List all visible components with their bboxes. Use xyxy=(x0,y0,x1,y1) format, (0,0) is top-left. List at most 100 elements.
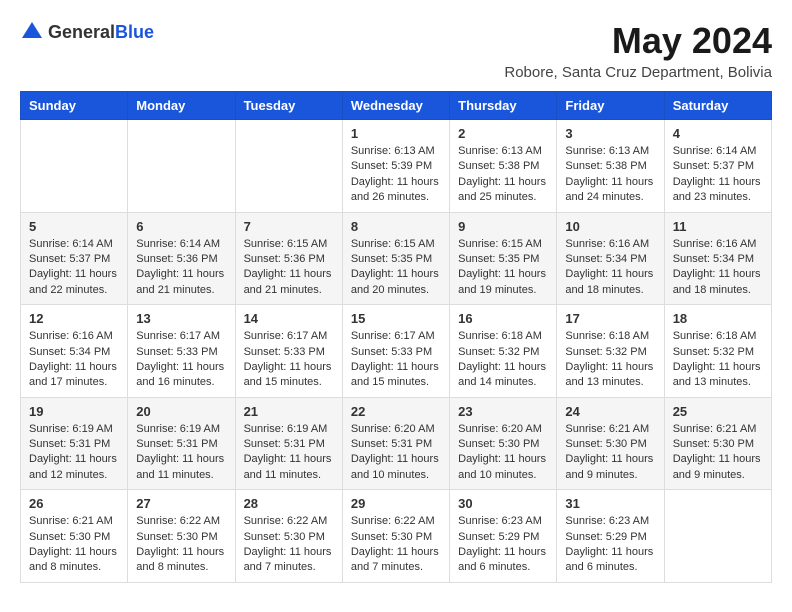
day-info: Sunrise: 6:13 AM Sunset: 5:38 PM Dayligh… xyxy=(565,144,655,206)
day-number: 24 xyxy=(565,404,655,419)
day-info: Sunrise: 6:23 AM Sunset: 5:29 PM Dayligh… xyxy=(458,514,548,576)
day-number: 25 xyxy=(673,404,763,419)
day-number: 7 xyxy=(244,219,334,234)
day-number: 12 xyxy=(29,311,119,326)
day-number: 16 xyxy=(458,311,548,326)
calendar-cell: 16 Sunrise: 6:18 AM Sunset: 5:32 PM Dayli… xyxy=(450,305,557,398)
day-info: Sunrise: 6:15 AM Sunset: 5:35 PM Dayligh… xyxy=(458,237,548,299)
day-info: Sunrise: 6:19 AM Sunset: 5:31 PM Dayligh… xyxy=(29,422,119,484)
day-number: 19 xyxy=(29,404,119,419)
calendar-cell: 12 Sunrise: 6:16 AM Sunset: 5:34 PM Dayli… xyxy=(21,305,128,398)
day-info: Sunrise: 6:15 AM Sunset: 5:35 PM Dayligh… xyxy=(351,237,441,299)
day-number: 20 xyxy=(136,404,226,419)
calendar-cell: 28 Sunrise: 6:22 AM Sunset: 5:30 PM Dayli… xyxy=(235,490,342,583)
subtitle: Robore, Santa Cruz Department, Bolivia xyxy=(504,64,772,81)
title-block: May 2024 Robore, Santa Cruz Department, … xyxy=(504,20,772,81)
day-number: 9 xyxy=(458,219,548,234)
logo-text: GeneralBlue xyxy=(48,22,154,43)
day-number: 14 xyxy=(244,311,334,326)
calendar-cell: 3 Sunrise: 6:13 AM Sunset: 5:38 PM Daylig… xyxy=(557,120,664,213)
col-tuesday: Tuesday xyxy=(235,92,342,120)
calendar-cell: 11 Sunrise: 6:16 AM Sunset: 5:34 PM Dayli… xyxy=(664,212,771,305)
day-info: Sunrise: 6:20 AM Sunset: 5:31 PM Dayligh… xyxy=(351,422,441,484)
logo-blue: Blue xyxy=(115,22,154,42)
calendar-cell: 18Sunrise: 6:18 AM Sunset: 5:32 PM Dayli… xyxy=(664,305,771,398)
calendar-cell: 9 Sunrise: 6:15 AM Sunset: 5:35 PM Daylig… xyxy=(450,212,557,305)
day-number: 29 xyxy=(351,496,441,511)
day-number: 1 xyxy=(351,126,441,141)
day-info: Sunrise: 6:14 AM Sunset: 5:37 PM Dayligh… xyxy=(29,237,119,299)
calendar-week-row-3: 19 Sunrise: 6:19 AM Sunset: 5:31 PM Dayli… xyxy=(21,397,772,490)
day-number: 27 xyxy=(136,496,226,511)
calendar-cell: 15 Sunrise: 6:17 AM Sunset: 5:33 PM Dayli… xyxy=(342,305,449,398)
logo: GeneralBlue xyxy=(20,20,154,44)
day-info: Sunrise: 6:13 AM Sunset: 5:38 PM Dayligh… xyxy=(458,144,548,206)
calendar-cell: 22 Sunrise: 6:20 AM Sunset: 5:31 PM Dayli… xyxy=(342,397,449,490)
calendar-cell: 4Sunrise: 6:14 AM Sunset: 5:37 PM Daylig… xyxy=(664,120,771,213)
calendar-cell: 6Sunrise: 6:14 AM Sunset: 5:36 PM Daylig… xyxy=(128,212,235,305)
calendar-cell: 2Sunrise: 6:13 AM Sunset: 5:38 PM Daylig… xyxy=(450,120,557,213)
calendar-table: Sunday Monday Tuesday Wednesday Thursday… xyxy=(20,91,772,583)
calendar-cell: 26 Sunrise: 6:21 AM Sunset: 5:30 PM Dayli… xyxy=(21,490,128,583)
day-number: 23 xyxy=(458,404,548,419)
day-info: Sunrise: 6:18 AM Sunset: 5:32 PM Dayligh… xyxy=(458,329,548,391)
day-number: 15 xyxy=(351,311,441,326)
calendar-cell: 1 Sunrise: 6:13 AM Sunset: 5:39 PM Daylig… xyxy=(342,120,449,213)
calendar-cell: 24Sunrise: 6:21 AM Sunset: 5:30 PM Dayli… xyxy=(557,397,664,490)
calendar-cell xyxy=(128,120,235,213)
calendar-cell: 21 Sunrise: 6:19 AM Sunset: 5:31 PM Dayli… xyxy=(235,397,342,490)
day-info: Sunrise: 6:19 AM Sunset: 5:31 PM Dayligh… xyxy=(244,422,334,484)
day-number: 3 xyxy=(565,126,655,141)
calendar-body: 1 Sunrise: 6:13 AM Sunset: 5:39 PM Daylig… xyxy=(21,120,772,583)
day-info: Sunrise: 6:22 AM Sunset: 5:30 PM Dayligh… xyxy=(244,514,334,576)
day-info: Sunrise: 6:18 AM Sunset: 5:32 PM Dayligh… xyxy=(565,329,655,391)
col-sunday: Sunday xyxy=(21,92,128,120)
day-number: 31 xyxy=(565,496,655,511)
day-info: Sunrise: 6:16 AM Sunset: 5:34 PM Dayligh… xyxy=(29,329,119,391)
day-number: 30 xyxy=(458,496,548,511)
calendar-week-row-0: 1 Sunrise: 6:13 AM Sunset: 5:39 PM Daylig… xyxy=(21,120,772,213)
calendar-cell: 25Sunrise: 6:21 AM Sunset: 5:30 PM Dayli… xyxy=(664,397,771,490)
calendar-cell xyxy=(235,120,342,213)
day-info: Sunrise: 6:20 AM Sunset: 5:30 PM Dayligh… xyxy=(458,422,548,484)
day-number: 28 xyxy=(244,496,334,511)
logo-icon xyxy=(20,20,44,44)
day-info: Sunrise: 6:14 AM Sunset: 5:36 PM Dayligh… xyxy=(136,237,226,299)
day-number: 8 xyxy=(351,219,441,234)
calendar-cell: 13Sunrise: 6:17 AM Sunset: 5:33 PM Dayli… xyxy=(128,305,235,398)
day-info: Sunrise: 6:16 AM Sunset: 5:34 PM Dayligh… xyxy=(673,237,763,299)
col-thursday: Thursday xyxy=(450,92,557,120)
day-info: Sunrise: 6:17 AM Sunset: 5:33 PM Dayligh… xyxy=(351,329,441,391)
day-info: Sunrise: 6:21 AM Sunset: 5:30 PM Dayligh… xyxy=(29,514,119,576)
calendar-week-row-2: 12 Sunrise: 6:16 AM Sunset: 5:34 PM Dayli… xyxy=(21,305,772,398)
calendar-cell: 30 Sunrise: 6:23 AM Sunset: 5:29 PM Dayli… xyxy=(450,490,557,583)
calendar-cell: 23 Sunrise: 6:20 AM Sunset: 5:30 PM Dayli… xyxy=(450,397,557,490)
day-info: Sunrise: 6:13 AM Sunset: 5:39 PM Dayligh… xyxy=(351,144,441,206)
day-info: Sunrise: 6:19 AM Sunset: 5:31 PM Dayligh… xyxy=(136,422,226,484)
day-number: 21 xyxy=(244,404,334,419)
calendar-cell: 20 Sunrise: 6:19 AM Sunset: 5:31 PM Dayli… xyxy=(128,397,235,490)
calendar-week-row-1: 5Sunrise: 6:14 AM Sunset: 5:37 PM Daylig… xyxy=(21,212,772,305)
day-number: 22 xyxy=(351,404,441,419)
col-saturday: Saturday xyxy=(664,92,771,120)
day-number: 26 xyxy=(29,496,119,511)
day-info: Sunrise: 6:15 AM Sunset: 5:36 PM Dayligh… xyxy=(244,237,334,299)
calendar-cell: 19 Sunrise: 6:19 AM Sunset: 5:31 PM Dayli… xyxy=(21,397,128,490)
calendar-cell: 10Sunrise: 6:16 AM Sunset: 5:34 PM Dayli… xyxy=(557,212,664,305)
calendar-week-row-4: 26 Sunrise: 6:21 AM Sunset: 5:30 PM Dayli… xyxy=(21,490,772,583)
day-number: 13 xyxy=(136,311,226,326)
day-number: 11 xyxy=(673,219,763,234)
calendar-cell: 27Sunrise: 6:22 AM Sunset: 5:30 PM Dayli… xyxy=(128,490,235,583)
day-info: Sunrise: 6:18 AM Sunset: 5:32 PM Dayligh… xyxy=(673,329,763,391)
calendar-cell: 7 Sunrise: 6:15 AM Sunset: 5:36 PM Daylig… xyxy=(235,212,342,305)
day-info: Sunrise: 6:16 AM Sunset: 5:34 PM Dayligh… xyxy=(565,237,655,299)
col-wednesday: Wednesday xyxy=(342,92,449,120)
main-title: May 2024 xyxy=(504,20,772,62)
page-header: GeneralBlue May 2024 Robore, Santa Cruz … xyxy=(20,20,772,81)
day-info: Sunrise: 6:14 AM Sunset: 5:37 PM Dayligh… xyxy=(673,144,763,206)
calendar-header-row: Sunday Monday Tuesday Wednesday Thursday… xyxy=(21,92,772,120)
calendar-cell: 17Sunrise: 6:18 AM Sunset: 5:32 PM Dayli… xyxy=(557,305,664,398)
calendar-cell: 5Sunrise: 6:14 AM Sunset: 5:37 PM Daylig… xyxy=(21,212,128,305)
calendar-cell: 29Sunrise: 6:22 AM Sunset: 5:30 PM Dayli… xyxy=(342,490,449,583)
calendar-cell: 14Sunrise: 6:17 AM Sunset: 5:33 PM Dayli… xyxy=(235,305,342,398)
